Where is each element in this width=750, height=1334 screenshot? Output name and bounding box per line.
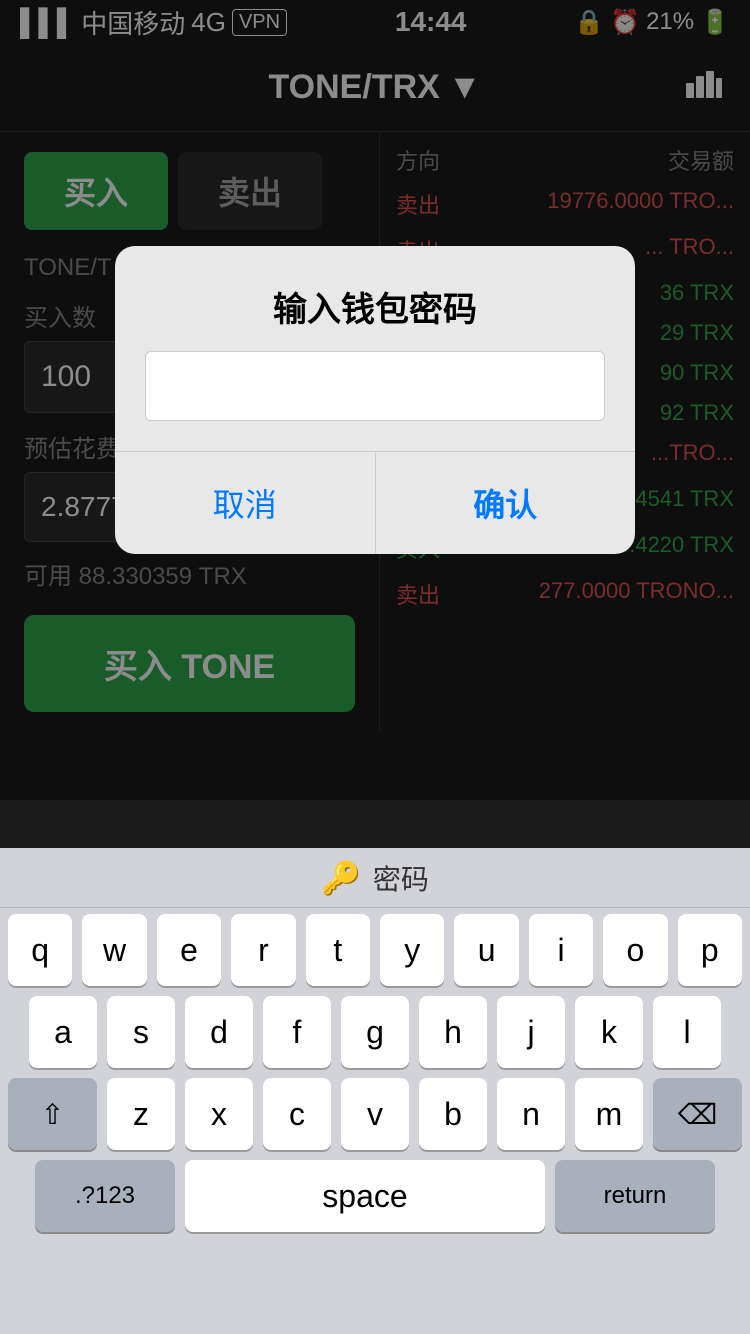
keyboard-hint-label: 密码 bbox=[373, 858, 429, 898]
key-t[interactable]: t bbox=[306, 914, 370, 986]
key-row-4: .?123 space return bbox=[8, 1160, 742, 1232]
backspace-key[interactable]: ⌫ bbox=[653, 1078, 742, 1150]
key-z[interactable]: z bbox=[107, 1078, 175, 1150]
key-x[interactable]: x bbox=[185, 1078, 253, 1150]
key-r[interactable]: r bbox=[231, 914, 295, 986]
key-b[interactable]: b bbox=[419, 1078, 487, 1150]
shift-key[interactable]: ⇧ bbox=[8, 1078, 97, 1150]
key-n[interactable]: n bbox=[497, 1078, 565, 1150]
confirm-button[interactable]: 确认 bbox=[376, 452, 636, 554]
password-modal: 输入钱包密码 取消 确认 bbox=[115, 246, 635, 554]
space-key[interactable]: space bbox=[185, 1160, 545, 1232]
modal-title: 输入钱包密码 bbox=[115, 246, 635, 351]
keyboard-rows: q w e r t y u i o p a s d f g h j k l ⇧ … bbox=[0, 908, 750, 1232]
key-q[interactable]: q bbox=[8, 914, 72, 986]
key-d[interactable]: d bbox=[185, 996, 253, 1068]
return-key[interactable]: return bbox=[555, 1160, 715, 1232]
password-input[interactable] bbox=[145, 351, 605, 421]
key-c[interactable]: c bbox=[263, 1078, 331, 1150]
key-y[interactable]: y bbox=[380, 914, 444, 986]
key-h[interactable]: h bbox=[419, 996, 487, 1068]
keyboard-hint: 🔑 密码 bbox=[0, 848, 750, 908]
key-i[interactable]: i bbox=[529, 914, 593, 986]
modal-buttons: 取消 确认 bbox=[115, 451, 635, 554]
key-a[interactable]: a bbox=[29, 996, 97, 1068]
special-key[interactable]: .?123 bbox=[35, 1160, 175, 1232]
modal-input-wrap bbox=[115, 351, 635, 451]
cancel-button[interactable]: 取消 bbox=[115, 452, 376, 554]
key-p[interactable]: p bbox=[678, 914, 742, 986]
key-j[interactable]: j bbox=[497, 996, 565, 1068]
key-u[interactable]: u bbox=[454, 914, 518, 986]
keyboard-area: 🔑 密码 q w e r t y u i o p a s d f g h j k… bbox=[0, 848, 750, 1334]
key-g[interactable]: g bbox=[341, 996, 409, 1068]
key-row-1: q w e r t y u i o p bbox=[8, 914, 742, 986]
key-l[interactable]: l bbox=[653, 996, 721, 1068]
key-k[interactable]: k bbox=[575, 996, 643, 1068]
key-icon: 🔑 bbox=[321, 859, 361, 897]
key-row-2: a s d f g h j k l bbox=[8, 996, 742, 1068]
key-e[interactable]: e bbox=[157, 914, 221, 986]
key-m[interactable]: m bbox=[575, 1078, 643, 1150]
key-v[interactable]: v bbox=[341, 1078, 409, 1150]
key-w[interactable]: w bbox=[82, 914, 146, 986]
modal-overlay: 输入钱包密码 取消 确认 bbox=[0, 0, 750, 800]
key-s[interactable]: s bbox=[107, 996, 175, 1068]
key-f[interactable]: f bbox=[263, 996, 331, 1068]
key-o[interactable]: o bbox=[603, 914, 667, 986]
key-row-3: ⇧ z x c v b n m ⌫ bbox=[8, 1078, 742, 1150]
